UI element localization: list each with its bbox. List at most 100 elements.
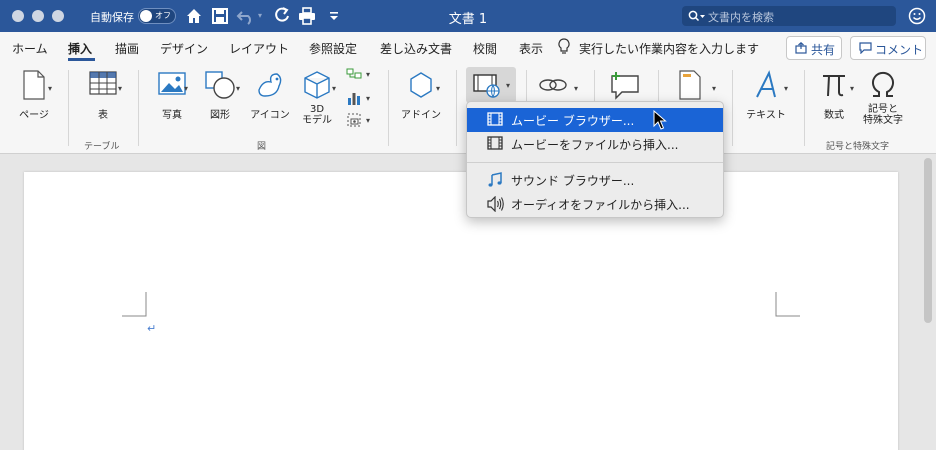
- document-title: 文書 1: [448, 12, 488, 27]
- comment-label: コメント: [875, 43, 924, 57]
- mouse-cursor-icon: [653, 110, 667, 130]
- share-button[interactable]: 共有: [786, 36, 842, 60]
- illustrations-group-label: 図: [257, 142, 267, 152]
- smartart-icon[interactable]: [346, 68, 362, 82]
- shapes-button[interactable]: 図形: [198, 70, 242, 121]
- addins-button[interactable]: アドイン: [398, 70, 444, 121]
- movie-from-file-item[interactable]: ムービーをファイルから挿入...: [467, 132, 723, 156]
- home-icon[interactable]: [184, 6, 204, 26]
- photo-button[interactable]: 写真: [150, 70, 194, 121]
- tab-layout[interactable]: レイアウト: [229, 40, 289, 57]
- close-window-button[interactable]: [12, 10, 24, 22]
- audio-from-file-item[interactable]: オーディオをファイルから挿入...: [467, 192, 723, 216]
- audio-from-file-label: オーディオをファイルから挿入...: [511, 198, 690, 212]
- comment-button[interactable]: コメント: [850, 36, 926, 60]
- autosave-toggle[interactable]: オフ: [138, 8, 176, 24]
- print-icon[interactable]: [297, 6, 317, 26]
- table-dropdown-icon[interactable]: ▾: [118, 84, 122, 93]
- photo-icon: [158, 72, 186, 95]
- photo-dropdown-icon[interactable]: ▾: [184, 84, 188, 93]
- tab-view[interactable]: 表示: [519, 40, 543, 57]
- separator: [68, 70, 69, 146]
- share-label: 共有: [811, 43, 836, 57]
- textbox-label: テキスト: [746, 110, 786, 121]
- symbol-button[interactable]: 記号と 特殊文字: [860, 70, 906, 126]
- addins-icon: [410, 72, 432, 98]
- tab-references[interactable]: 参照設定: [309, 40, 357, 57]
- 3d-models-button[interactable]: 3D モデル: [296, 70, 338, 126]
- page-icon: [23, 70, 45, 100]
- textbox-button[interactable]: テキスト: [742, 70, 790, 121]
- tab-design[interactable]: デザイン: [160, 40, 208, 57]
- customize-toolbar-icon[interactable]: [324, 6, 344, 26]
- link-icon[interactable]: [538, 74, 568, 96]
- undo-icon[interactable]: [236, 6, 256, 26]
- equation-dropdown-icon[interactable]: ▾: [850, 84, 854, 93]
- page-dropdown-icon[interactable]: ▾: [48, 84, 52, 93]
- shapes-dropdown-icon[interactable]: ▾: [236, 84, 240, 93]
- screenshot-dropdown-icon[interactable]: ▾: [366, 116, 370, 125]
- separator: [804, 70, 805, 146]
- symbol-label-line2: 特殊文字: [863, 115, 903, 126]
- textbox-dropdown-icon[interactable]: ▾: [784, 84, 788, 93]
- film-icon: [487, 112, 503, 126]
- movie-browser-item[interactable]: ムービー ブラウザー...: [467, 108, 723, 132]
- sound-browser-label: サウンド ブラウザー...: [511, 174, 635, 188]
- movie-from-file-label: ムービーをファイルから挿入...: [511, 138, 679, 152]
- document-page[interactable]: ↵: [24, 172, 898, 450]
- header-footer-icon[interactable]: [678, 70, 702, 100]
- minimize-window-button[interactable]: [32, 10, 44, 22]
- tab-mailings[interactable]: 差し込み文書: [380, 40, 452, 57]
- 3d-label-line1: 3D: [309, 104, 325, 115]
- save-icon[interactable]: [210, 6, 230, 26]
- icons-label: アイコン: [250, 110, 290, 121]
- zoom-window-button[interactable]: [52, 10, 64, 22]
- tell-me-box[interactable]: 実行したい作業内容を入力します: [579, 40, 759, 57]
- sound-browser-item[interactable]: サウンド ブラウザー...: [467, 168, 723, 192]
- media-button[interactable]: ▾: [466, 67, 516, 103]
- cube-3d-icon: [304, 71, 330, 99]
- addins-dropdown-icon[interactable]: ▾: [436, 84, 440, 93]
- pi-icon: [823, 75, 845, 97]
- separator: [456, 70, 457, 146]
- chart-icon[interactable]: [346, 90, 362, 106]
- redo-icon[interactable]: [272, 6, 292, 26]
- symbols-group-label: 記号と特殊文字: [826, 142, 890, 152]
- search-icon: [688, 10, 705, 22]
- smartart-dropdown-icon[interactable]: ▾: [366, 70, 370, 79]
- shapes-label: 図形: [210, 110, 230, 121]
- page-label: ページ: [19, 110, 49, 121]
- tab-insert[interactable]: 挿入: [68, 40, 92, 57]
- addins-label: アドイン: [401, 110, 441, 121]
- undo-dropdown-icon[interactable]: ▾: [258, 11, 262, 20]
- link-dropdown-icon[interactable]: ▾: [574, 84, 578, 93]
- header-footer-dropdown-icon[interactable]: ▾: [712, 84, 716, 93]
- new-comment-icon[interactable]: [608, 70, 642, 100]
- movie-browser-label: ムービー ブラウザー...: [511, 114, 635, 128]
- feedback-smiley-icon[interactable]: [908, 7, 926, 25]
- toggle-knob: [140, 10, 152, 22]
- tab-home[interactable]: ホーム: [12, 40, 48, 57]
- 3d-dropdown-icon[interactable]: ▾: [332, 84, 336, 93]
- equation-button[interactable]: 数式: [814, 70, 854, 121]
- table-button[interactable]: 表: [80, 70, 126, 121]
- table-icon: [89, 71, 117, 95]
- active-tab-indicator: [68, 58, 95, 61]
- search-box[interactable]: 文書内を検索: [682, 6, 896, 26]
- paragraph-mark: ↵: [147, 322, 157, 335]
- speaker-icon: [487, 196, 504, 212]
- icons-button[interactable]: アイコン: [246, 70, 294, 121]
- separator: [388, 70, 389, 146]
- tab-draw[interactable]: 描画: [115, 40, 139, 57]
- symbol-label-line1: 記号と: [868, 104, 898, 115]
- film-icon: [487, 136, 503, 150]
- margin-corner-left: [122, 292, 147, 317]
- screenshot-icon[interactable]: [346, 112, 362, 128]
- page-button[interactable]: ページ: [14, 70, 54, 121]
- separator: [138, 70, 139, 146]
- chart-dropdown-icon[interactable]: ▾: [366, 94, 370, 103]
- tab-review[interactable]: 校閲: [473, 40, 497, 57]
- vertical-scrollbar[interactable]: [924, 158, 932, 323]
- lightbulb-icon: [558, 38, 570, 54]
- media-dropdown-icon: ▾: [506, 81, 511, 90]
